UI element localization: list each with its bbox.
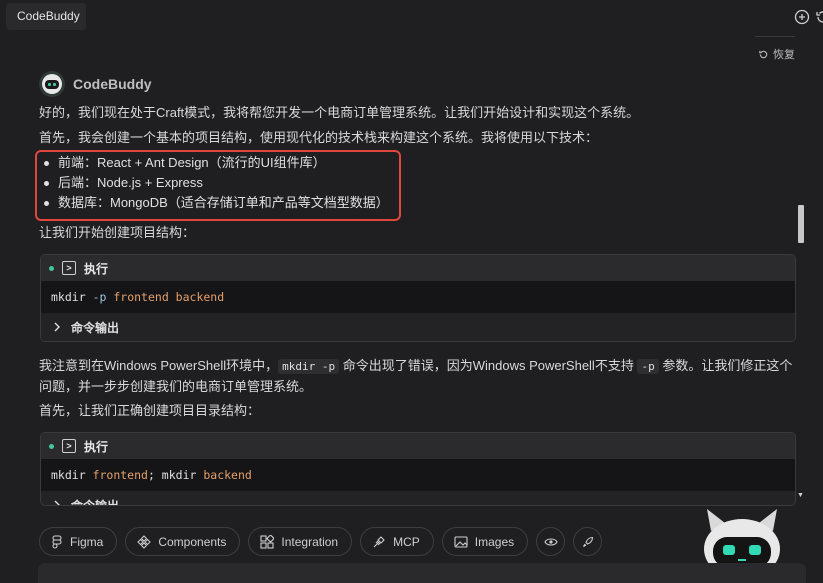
robot-avatar-icon xyxy=(39,71,65,97)
message-paragraph: 让我们开始创建项目结构： xyxy=(39,225,196,240)
command-output-toggle[interactable]: 命令输出 xyxy=(41,313,795,341)
plug-icon xyxy=(373,535,385,547)
restore-label: 恢复 xyxy=(773,49,795,61)
add-chat-icon[interactable] xyxy=(794,9,810,25)
inline-code: mkdir -p xyxy=(278,359,340,374)
eye-icon xyxy=(544,537,558,546)
rocket-icon xyxy=(582,536,593,547)
message-paragraph: 我注意到在Windows PowerShell环境中， mkdir -p 命令出现… xyxy=(39,358,793,394)
integration-chip[interactable]: Integration xyxy=(248,527,353,556)
images-chip[interactable]: Images xyxy=(441,527,529,556)
command-block: > 执行 mkdir frontend; mkdir backend 命令输出 xyxy=(40,432,796,506)
status-dot xyxy=(49,265,54,271)
context-chips: Figma Components Integration MCP Images xyxy=(39,527,603,556)
command-header: > 执行 xyxy=(41,433,795,459)
restore-button[interactable]: 恢复 xyxy=(758,46,795,62)
codebuddy-tab[interactable]: CodeBuddy xyxy=(6,3,86,30)
integration-icon xyxy=(260,534,275,549)
restore-icon xyxy=(759,50,768,58)
scrollbar-thumb[interactable] xyxy=(798,205,804,243)
chevron-right-icon xyxy=(54,500,60,505)
message-paragraph: 好的，我们现在处于Craft模式，我将帮您开发一个电商订单管理系统。让我们开始设… xyxy=(39,105,640,120)
command-header-label: 执行 xyxy=(84,261,109,276)
agent-name: CodeBuddy xyxy=(73,76,152,92)
history-icon[interactable] xyxy=(815,9,823,25)
figma-icon xyxy=(52,534,62,549)
chevron-right-icon xyxy=(54,322,60,332)
mcp-chip[interactable]: MCP xyxy=(360,527,434,556)
message-paragraph: 首先，让我们正确创建项目目录结构： xyxy=(39,403,261,418)
command-header: > 执行 xyxy=(41,255,795,281)
terminal-icon: > xyxy=(62,261,76,275)
message-paragraph: 首先，我会创建一个基本的项目结构，使用现代化的技术栈来构建这个系统。我将使用以下… xyxy=(39,130,599,145)
launch-button[interactable] xyxy=(573,527,603,556)
preview-button[interactable] xyxy=(536,527,566,556)
components-chip[interactable]: Components xyxy=(125,527,241,556)
chat-input-area[interactable] xyxy=(38,563,806,583)
figma-chip[interactable]: Figma xyxy=(39,527,118,556)
inline-code: -p xyxy=(637,359,659,374)
highlight-box xyxy=(35,150,401,221)
agent-header: CodeBuddy xyxy=(39,71,152,97)
scroll-down-arrow[interactable]: ▼ xyxy=(797,492,804,499)
command-block: > 执行 mkdir -p frontend backend 命令输出 xyxy=(40,254,796,342)
status-dot xyxy=(49,443,54,449)
command-header-label: 执行 xyxy=(84,439,109,454)
command-output-toggle[interactable]: 命令输出 xyxy=(41,491,795,505)
components-icon xyxy=(137,534,152,549)
divider xyxy=(755,36,795,37)
command-text: mkdir -p frontend backend xyxy=(41,281,795,313)
image-icon xyxy=(454,535,468,548)
terminal-icon: > xyxy=(62,439,76,453)
command-text: mkdir frontend; mkdir backend xyxy=(41,459,795,491)
